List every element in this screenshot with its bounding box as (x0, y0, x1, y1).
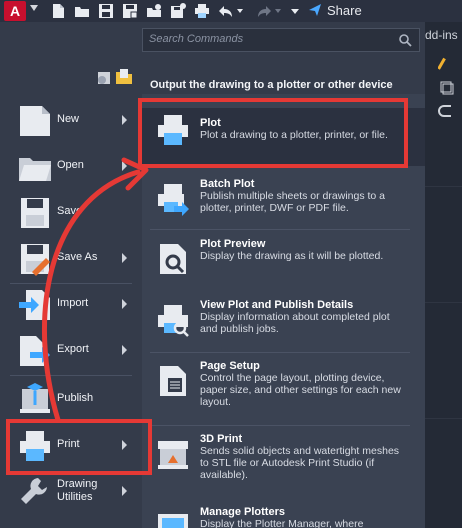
publish-icon (18, 383, 52, 417)
submenu-divider (150, 352, 410, 353)
menu-item-new[interactable]: New (0, 99, 142, 143)
cloud-save-icon[interactable] (170, 3, 186, 19)
plot-preview-icon (156, 242, 190, 276)
submenu-item-plot-preview[interactable]: Plot Preview Display the drawing as it w… (142, 237, 425, 293)
open-folder-icon[interactable] (74, 3, 90, 19)
redo-dropdown-icon[interactable] (274, 3, 282, 19)
undo-dropdown-icon[interactable] (236, 3, 244, 19)
menu-item-import[interactable]: Import (0, 283, 142, 327)
submenu-item-description: Display the Plotter Manager, where (200, 518, 364, 528)
menu-item-label: Publish (57, 392, 94, 404)
menu-divider (10, 375, 132, 376)
submenu-item-title: Batch Plot (200, 178, 255, 190)
submenu-item-manage-plotters[interactable]: Manage Plotters Display the Plotter Mana… (142, 505, 425, 528)
grid-line (425, 186, 462, 187)
import-icon (18, 288, 52, 322)
submenu-arrow-icon (122, 253, 127, 263)
menu-item-export[interactable]: Export (0, 329, 142, 373)
submenu-arrow-icon (122, 299, 127, 309)
submenu-arrow-icon (122, 161, 127, 171)
search-icon[interactable] (398, 33, 412, 47)
menu-item-label: Drawing Utilities (57, 478, 98, 503)
save-as-icon (18, 242, 52, 276)
app-logo-letter: A (9, 3, 21, 19)
new-file-icon[interactable] (50, 3, 66, 19)
search-input[interactable]: Search Commands (149, 33, 243, 45)
submenu-item-title: 3D Print (200, 433, 243, 445)
drawing-utilities-icon (18, 475, 52, 509)
new-icon (18, 104, 52, 138)
submenu-item-description: Display the drawing as it will be plotte… (200, 250, 384, 262)
print-highlight-box (6, 419, 152, 475)
cloud-open-icon[interactable] (146, 3, 162, 19)
submenu-item-description: Sends solid objects and watertight meshe… (200, 445, 400, 481)
submenu-item-title: Plot Preview (200, 238, 266, 250)
submenu-item-title: View Plot and Publish Details (200, 299, 354, 311)
search-commands-field[interactable]: Search Commands (142, 28, 420, 52)
share-icon (308, 3, 322, 17)
open-icon (18, 150, 52, 184)
submenu-arrow-icon (122, 345, 127, 355)
submenu-title: Output the drawing to a plotter or other… (150, 79, 393, 91)
submenu-divider (150, 229, 410, 230)
grid-line (425, 302, 462, 303)
menu-item-label: Save (57, 205, 83, 217)
undo-icon[interactable] (218, 3, 234, 19)
quick-access-toolbar: A Share (0, 0, 462, 23)
submenu-divider (150, 425, 410, 426)
ribbon-tab-fragment: dd-ins (425, 28, 458, 42)
submenu-item-description: Control the page layout, plotting device… (200, 372, 401, 408)
3d-print-icon (156, 437, 190, 471)
menu-item-save[interactable]: Save (0, 191, 142, 235)
menu-item-label: New (57, 113, 80, 125)
menu-item-publish[interactable]: Publish (0, 378, 142, 422)
submenu-item-batch-plot[interactable]: Batch Plot Publish multiple sheets or dr… (142, 177, 425, 233)
plot-highlight-box (138, 98, 408, 168)
submenu-item-title: Manage Plotters (200, 506, 285, 518)
grid-line (425, 418, 462, 419)
customize-toolbar-icon[interactable] (290, 3, 300, 19)
batch-plot-icon (156, 182, 190, 216)
menu-item-label: Open (57, 159, 84, 171)
menu-item-label: Save As (57, 251, 98, 263)
menu-item-label: Import (57, 297, 89, 309)
share-label: Share (327, 3, 362, 18)
redo-icon[interactable] (256, 3, 272, 19)
submenu-item-view-plot-details[interactable]: View Plot and Publish Details Display in… (142, 298, 425, 354)
plot-details-icon (156, 303, 190, 337)
plot-printer-icon[interactable] (194, 3, 210, 19)
app-menu-caret-icon[interactable] (30, 5, 38, 11)
menu-item-label: Export (57, 343, 89, 355)
submenu-item-description: Display information about completed plot… (200, 311, 390, 335)
share-button[interactable]: Share (308, 2, 362, 20)
ribbon-side-icons (437, 54, 454, 132)
submenu-item-description: Publish multiple sheets or drawings to a… (200, 190, 386, 214)
save-as-disk-icon[interactable] (122, 3, 138, 19)
application-menu-button[interactable]: A (4, 1, 26, 21)
menu-item-open[interactable]: Open (0, 145, 142, 189)
menu-item-save-as[interactable]: Save As (0, 237, 142, 281)
manage-plotters-icon (156, 510, 190, 528)
save-icon (18, 196, 52, 230)
recent-documents-icons[interactable] (96, 68, 134, 86)
submenu-arrow-icon (122, 486, 127, 496)
submenu-arrow-icon (122, 115, 127, 125)
menu-item-drawing-utilities[interactable]: Drawing Utilities (0, 470, 142, 514)
save-disk-icon[interactable] (98, 3, 114, 19)
page-setup-icon (156, 364, 190, 398)
submenu-item-3d-print[interactable]: 3D Print Sends solid objects and waterti… (142, 432, 425, 498)
submenu-item-page-setup[interactable]: Page Setup Control the page layout, plot… (142, 359, 425, 427)
submenu-item-title: Page Setup (200, 360, 260, 372)
export-icon (18, 334, 52, 368)
